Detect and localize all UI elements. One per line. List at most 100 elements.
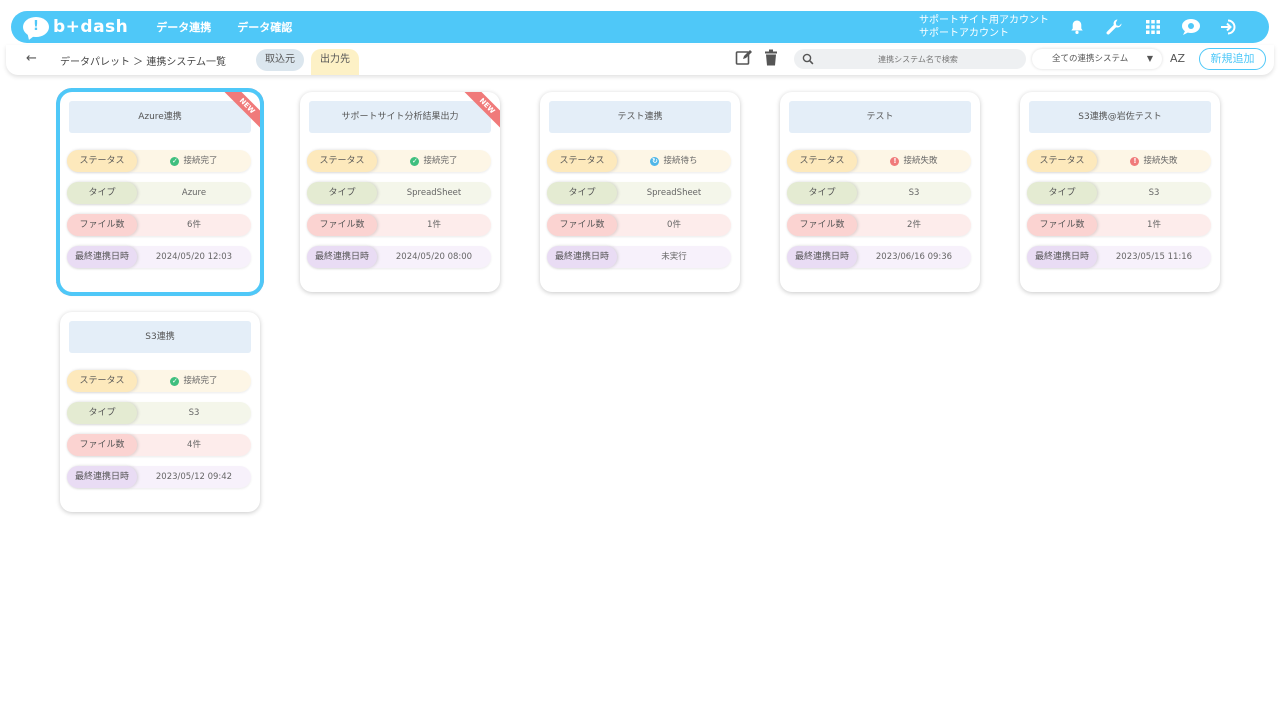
status-label: ステータス — [547, 150, 617, 172]
file-count-row: ファイル数 1件 — [307, 214, 491, 236]
logo-bubble-icon: ! — [23, 17, 49, 37]
system-filter-select[interactable]: 全ての連携システム ▼ — [1032, 49, 1162, 69]
status-row: ステータス ! 接続失敗 — [1027, 150, 1211, 172]
type-label: タイプ — [787, 182, 857, 204]
system-card[interactable]: サポートサイト分析結果出力 ステータス ✓ 接続完了 タイプ SpreadShee… — [300, 92, 500, 292]
type-value: S3 — [1148, 188, 1160, 198]
check-circle-icon: ✓ — [410, 156, 420, 166]
status-text: 接続失敗 — [1143, 156, 1178, 166]
system-card[interactable]: テスト ステータス ! 接続失敗 タイプ S3 ファイル数 2件 最終連携日時 2… — [780, 92, 980, 292]
account-user: サポートアカウント — [919, 28, 1009, 39]
file-count-value: 4件 — [187, 440, 201, 450]
type-row: タイプ S3 — [1027, 182, 1211, 204]
tab-export-target[interactable]: 出力先 — [311, 49, 359, 75]
grid-icon[interactable] — [1143, 17, 1163, 37]
account-name[interactable]: サポートサイト用アカウント サポートアカウント — [919, 14, 1049, 40]
file-count-row: ファイル数 0件 — [547, 214, 731, 236]
app-header: ! b+dash データ連携 データ確認 サポートサイト用アカウント サポートア… — [11, 11, 1269, 43]
file-count-value: 0件 — [667, 220, 681, 230]
last-sync-row: 最終連携日時 2023/05/15 11:16 — [1027, 246, 1211, 268]
status-value: ✓ 接続完了 — [137, 370, 251, 392]
last-sync-value: 2024/05/20 08:00 — [395, 252, 473, 262]
bell-icon[interactable] — [1067, 17, 1087, 37]
file-count-label: ファイル数 — [1027, 214, 1097, 236]
file-count-label: ファイル数 — [67, 214, 137, 236]
logout-icon[interactable] — [1219, 17, 1239, 37]
wrench-icon[interactable] — [1104, 17, 1124, 37]
file-count-row: ファイル数 2件 — [787, 214, 971, 236]
logo-text: b+dash — [53, 17, 129, 37]
last-sync-label: 最終連携日時 — [307, 246, 377, 268]
last-sync-row: 最終連携日時 2024/05/20 08:00 — [307, 246, 491, 268]
file-count-value: 2件 — [907, 220, 921, 230]
last-sync-value: 未実行 — [661, 252, 687, 262]
alert-circle-icon: ! — [1130, 156, 1140, 166]
system-card[interactable]: S3連携@岩佐テスト ステータス ! 接続失敗 タイプ S3 ファイル数 1件 最… — [1020, 92, 1220, 292]
type-label: タイプ — [67, 182, 137, 204]
status-label: ステータス — [787, 150, 857, 172]
type-label: タイプ — [67, 402, 137, 424]
card-title: Azure連携 — [69, 101, 251, 133]
status-text: 接続待ち — [663, 156, 698, 166]
status-row: ステータス ↻ 接続待ち — [547, 150, 731, 172]
status-label: ステータス — [307, 150, 377, 172]
type-value: S3 — [908, 188, 920, 198]
logo[interactable]: ! b+dash — [23, 11, 128, 43]
search-icon — [802, 53, 814, 65]
tab-import-source[interactable]: 取込元 — [256, 49, 304, 71]
status-value: ! 接続失敗 — [1097, 150, 1211, 172]
add-new-button[interactable]: 新規追加 — [1199, 48, 1266, 70]
edit-icon[interactable] — [735, 49, 753, 71]
file-count-label: ファイル数 — [307, 214, 377, 236]
trash-icon[interactable] — [764, 49, 778, 71]
type-label: タイプ — [1027, 182, 1097, 204]
last-sync-row: 最終連携日時 未実行 — [547, 246, 731, 268]
status-text: 接続失敗 — [903, 156, 938, 166]
status-text: 接続完了 — [183, 376, 218, 386]
nav-data-check[interactable]: データ確認 — [237, 19, 292, 35]
type-label: タイプ — [307, 182, 377, 204]
last-sync-label: 最終連携日時 — [67, 246, 137, 268]
status-label: ステータス — [67, 370, 137, 392]
card-title: テスト連携 — [549, 101, 731, 133]
status-value: ! 接続失敗 — [857, 150, 971, 172]
system-card[interactable]: Azure連携 ステータス ✓ 接続完了 タイプ Azure ファイル数 6件 最… — [60, 92, 260, 292]
sort-az-icon[interactable]: AZ — [1170, 52, 1185, 65]
type-value: SpreadSheet — [406, 188, 462, 198]
last-sync-label: 最終連携日時 — [547, 246, 617, 268]
type-label: タイプ — [547, 182, 617, 204]
type-row: タイプ S3 — [787, 182, 971, 204]
search-input[interactable] — [818, 49, 1018, 69]
type-value: Azure — [181, 188, 207, 198]
status-row: ステータス ✓ 接続完了 — [307, 150, 491, 172]
system-filter-value: 全ての連携システム — [1052, 54, 1129, 64]
check-circle-icon: ✓ — [170, 156, 180, 166]
card-title: S3連携 — [69, 321, 251, 353]
last-sync-label: 最終連携日時 — [1027, 246, 1097, 268]
card-title: サポートサイト分析結果出力 — [309, 101, 491, 133]
nav-data-integration[interactable]: データ連携 — [156, 19, 211, 35]
assistant-icon[interactable] — [1181, 17, 1201, 37]
system-card[interactable]: S3連携 ステータス ✓ 接続完了 タイプ S3 ファイル数 4件 最終連携日時 … — [60, 312, 260, 512]
status-value: ✓ 接続完了 — [137, 150, 251, 172]
status-row: ステータス ✓ 接続完了 — [67, 150, 251, 172]
type-row: タイプ SpreadSheet — [547, 182, 731, 204]
card-title: テスト — [789, 101, 971, 133]
last-sync-value: 2024/05/20 12:03 — [155, 252, 233, 262]
system-card[interactable]: テスト連携 ステータス ↻ 接続待ち タイプ SpreadSheet ファイル数 … — [540, 92, 740, 292]
file-count-value: 6件 — [187, 220, 201, 230]
status-value: ↻ 接続待ち — [617, 150, 731, 172]
last-sync-value: 2023/05/12 09:42 — [155, 472, 233, 482]
file-count-value: 1件 — [427, 220, 441, 230]
chevron-down-icon: ▼ — [1146, 54, 1153, 63]
status-row: ステータス ! 接続失敗 — [787, 150, 971, 172]
file-count-label: ファイル数 — [547, 214, 617, 236]
back-arrow-icon[interactable]: ← — [26, 51, 37, 66]
type-row: タイプ Azure — [67, 182, 251, 204]
type-row: タイプ SpreadSheet — [307, 182, 491, 204]
last-sync-value: 2023/06/16 09:36 — [875, 252, 953, 262]
alert-circle-icon: ! — [890, 156, 900, 166]
last-sync-label: 最終連携日時 — [787, 246, 857, 268]
file-count-row: ファイル数 1件 — [1027, 214, 1211, 236]
last-sync-row: 最終連携日時 2024/05/20 12:03 — [67, 246, 251, 268]
